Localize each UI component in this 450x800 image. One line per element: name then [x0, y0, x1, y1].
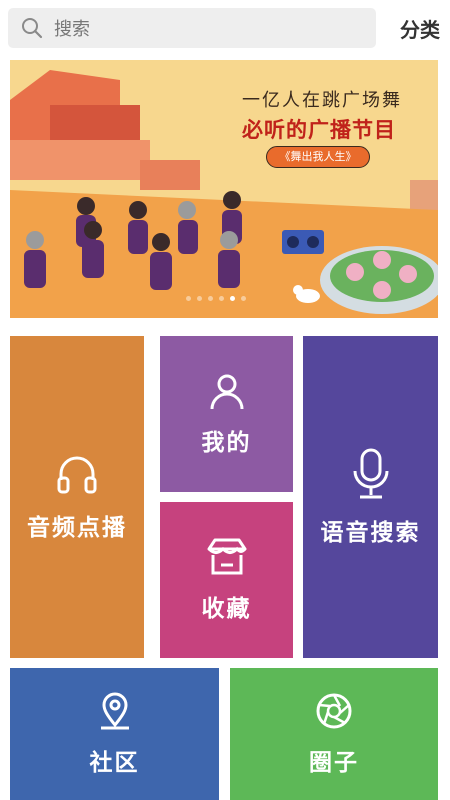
- carousel-dot-active[interactable]: [230, 296, 235, 301]
- carousel-dot[interactable]: [186, 296, 191, 301]
- tile-circle[interactable]: 圈子: [230, 668, 438, 800]
- tile-audio-on-demand[interactable]: 音频点播: [10, 336, 144, 658]
- tile-label: 语音搜索: [320, 520, 421, 546]
- category-button[interactable]: 分类: [400, 14, 440, 43]
- tile-favorites[interactable]: 收藏: [160, 502, 293, 658]
- aperture-icon: [316, 693, 352, 729]
- banner-subheadline: 必听的广播节目: [242, 118, 396, 142]
- tile-label: 圈子: [309, 750, 359, 776]
- shop-box-icon: [207, 538, 246, 575]
- tile-label: 我的: [201, 430, 252, 456]
- tile-voice-search[interactable]: 语音搜索: [303, 336, 438, 658]
- tile-label: 音频点播: [27, 515, 127, 541]
- tile-label: 收藏: [201, 596, 252, 622]
- carousel-dot[interactable]: [241, 296, 246, 301]
- banner-program-pill: 《舞出我人生》: [266, 146, 370, 168]
- microphone-icon: [353, 448, 388, 499]
- carousel-dot[interactable]: [208, 296, 213, 301]
- carousel-dot[interactable]: [219, 296, 224, 301]
- top-bar: 搜索 分类: [0, 0, 450, 56]
- headphones-icon: [57, 456, 97, 494]
- promo-banner[interactable]: 一亿人在跳广场舞 必听的广播节目 《舞出我人生》: [10, 60, 438, 318]
- search-input[interactable]: 搜索: [54, 15, 90, 41]
- user-icon: [210, 374, 243, 410]
- tile-community[interactable]: 社区: [10, 668, 219, 800]
- tile-label: 社区: [89, 750, 140, 776]
- tile-mine[interactable]: 我的: [160, 336, 293, 492]
- banner-headline: 一亿人在跳广场舞: [242, 90, 402, 111]
- carousel-dots: [186, 296, 246, 301]
- location-pin-icon: [100, 692, 129, 730]
- carousel-dot[interactable]: [197, 296, 202, 301]
- search-bar[interactable]: 搜索: [8, 8, 376, 48]
- search-icon: [22, 18, 43, 39]
